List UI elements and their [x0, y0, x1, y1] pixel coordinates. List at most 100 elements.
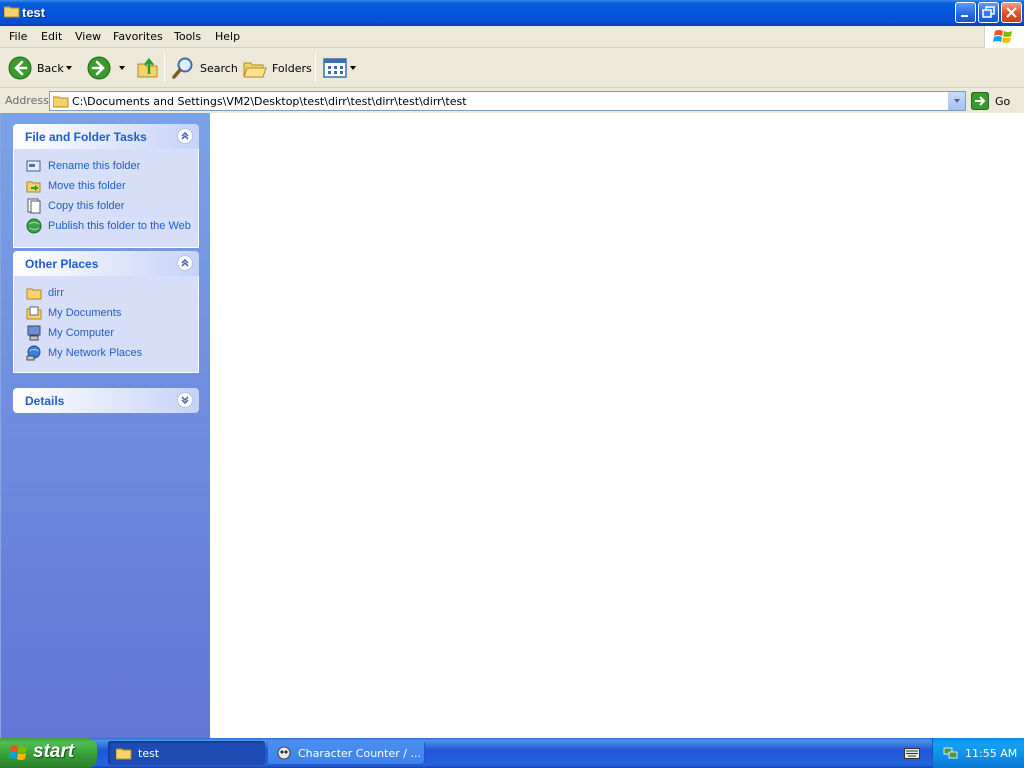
app-icon	[277, 746, 291, 760]
details-panel: Details	[13, 388, 199, 413]
start-label: start	[33, 741, 75, 762]
taskbar-item-test[interactable]: test	[108, 741, 265, 765]
title-bar[interactable]: test	[0, 0, 1024, 26]
clock[interactable]: 11:55 AM	[965, 747, 1017, 760]
folder-icon	[26, 288, 42, 300]
minimize-button[interactable]	[955, 2, 976, 23]
window-title: test	[22, 5, 46, 20]
other-places-panel: Other Places dirr My Documents My Comput…	[13, 251, 199, 373]
folder-contents-area[interactable]	[210, 113, 1024, 738]
go-button[interactable]: Go	[971, 92, 1010, 110]
toolbar-separator	[315, 54, 316, 82]
panel-title: Other Places	[25, 257, 99, 271]
my-computer-icon	[27, 325, 41, 341]
copy-icon	[27, 198, 41, 214]
task-pane: File and Folder Tasks Rename this folder…	[0, 113, 210, 738]
menu-file[interactable]: File	[9, 30, 27, 43]
chevron-down-icon	[66, 66, 72, 70]
forward-dropdown[interactable]	[119, 52, 125, 84]
toolbar: Back Search Folders	[0, 48, 1024, 88]
collapse-chevron-icon[interactable]	[177, 255, 193, 271]
minimize-icon	[961, 15, 968, 17]
chevron-down-icon	[119, 66, 125, 70]
menu-favorites[interactable]: Favorites	[113, 30, 163, 43]
task-label: Character Counter / ...	[298, 746, 421, 760]
taskbar-item-character-counter[interactable]: Character Counter / ...	[268, 741, 425, 765]
my-computer-link[interactable]: My Computer	[14, 323, 198, 343]
forward-arrow-icon	[87, 56, 111, 80]
link-label: My Documents	[48, 307, 122, 319]
link-label: Rename this folder	[48, 160, 141, 172]
windows-logo	[984, 26, 1024, 48]
address-field[interactable]: C:\Documents and Settings\VM2\Desktop\te…	[49, 91, 966, 111]
folder-icon	[116, 748, 132, 759]
folders-label: Folders	[272, 61, 312, 75]
menu-help[interactable]: Help	[215, 30, 240, 43]
link-label: dirr	[48, 287, 64, 299]
toolbar-separator	[164, 54, 165, 82]
menu-bar: File Edit View Favorites Tools Help	[0, 26, 1024, 48]
my-documents-link[interactable]: My Documents	[14, 303, 198, 323]
up-button[interactable]	[136, 52, 160, 84]
address-dropdown-button[interactable]	[948, 92, 965, 110]
folder-icon	[4, 6, 20, 18]
menu-edit[interactable]: Edit	[41, 30, 62, 43]
menu-view[interactable]: View	[75, 30, 101, 43]
globe-publish-icon	[26, 218, 42, 234]
expand-chevron-icon[interactable]	[177, 392, 193, 408]
my-network-places-link[interactable]: My Network Places	[14, 343, 198, 363]
link-label: My Network Places	[48, 347, 143, 359]
panel-header[interactable]: Details	[13, 388, 199, 413]
chevron-down-icon	[350, 66, 356, 70]
dirr-link[interactable]: dirr	[14, 283, 198, 303]
address-label: Address	[5, 94, 49, 107]
move-folder-link[interactable]: Move this folder	[14, 176, 198, 196]
windows-flag-icon	[993, 30, 1012, 43]
file-folder-tasks-panel: File and Folder Tasks Rename this folder…	[13, 124, 199, 248]
search-label: Search	[200, 61, 238, 75]
panel-title: File and Folder Tasks	[25, 130, 147, 144]
start-button[interactable]: start	[0, 738, 97, 768]
panel-title: Details	[25, 394, 65, 408]
system-tray: 11:55 AM	[932, 738, 1024, 768]
menu-tools[interactable]: Tools	[174, 30, 201, 43]
up-folder-icon	[137, 57, 158, 78]
rename-folder-link[interactable]: Rename this folder	[14, 156, 198, 176]
copy-folder-link[interactable]: Copy this folder	[14, 196, 198, 216]
back-dropdown[interactable]	[66, 52, 72, 84]
close-icon	[1006, 7, 1017, 18]
folders-icon	[243, 62, 267, 78]
restore-button[interactable]	[978, 2, 999, 23]
search-button[interactable]: Search	[171, 52, 238, 84]
task-label: test	[138, 746, 160, 760]
chevron-down-icon	[954, 99, 960, 103]
my-documents-icon	[26, 306, 42, 320]
go-arrow-icon	[971, 92, 989, 110]
panel-body: dirr My Documents My Computer My Network…	[13, 276, 199, 373]
views-icon	[323, 58, 347, 78]
collapse-chevron-icon[interactable]	[177, 128, 193, 144]
publish-folder-link[interactable]: Publish this folder to the Web	[14, 216, 198, 236]
back-arrow-icon	[8, 56, 32, 80]
network-tray-icon[interactable]	[943, 745, 959, 761]
views-button[interactable]	[323, 52, 356, 84]
close-button[interactable]	[1001, 2, 1022, 23]
restore-icon	[982, 6, 995, 18]
link-label: My Computer	[48, 327, 115, 339]
move-icon	[26, 181, 41, 193]
rename-icon	[26, 160, 41, 172]
network-places-icon	[26, 345, 41, 361]
folders-button[interactable]: Folders	[243, 52, 312, 84]
panel-header[interactable]: File and Folder Tasks	[13, 124, 199, 149]
taskbar: start test Character Counter / ... 11:55…	[0, 738, 1024, 768]
forward-button[interactable]	[87, 52, 111, 84]
panel-header[interactable]: Other Places	[13, 251, 199, 276]
link-label: Move this folder	[48, 180, 126, 192]
address-value: C:\Documents and Settings\VM2\Desktop\te…	[72, 95, 467, 108]
link-label: Copy this folder	[48, 200, 125, 212]
back-button[interactable]: Back	[8, 52, 64, 84]
link-label: Publish this folder to the Web	[48, 220, 191, 232]
search-magnifier-icon	[172, 57, 193, 79]
folder-icon	[53, 96, 69, 108]
keyboard-icon[interactable]	[904, 746, 920, 760]
